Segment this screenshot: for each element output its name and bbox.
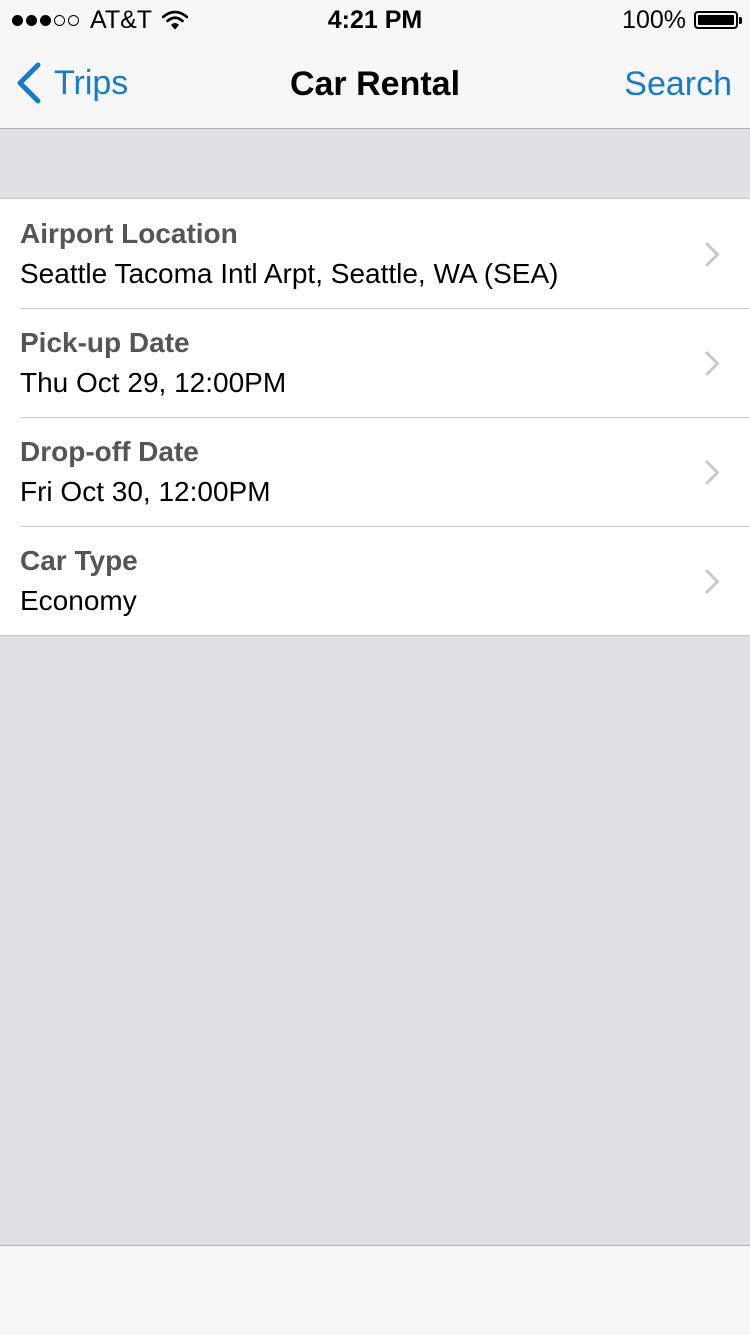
row-label: Car Type: [20, 545, 138, 576]
battery-icon: [694, 11, 742, 29]
row-label: Airport Location: [20, 218, 238, 249]
row-label: Drop-off Date: [20, 436, 199, 467]
list-item-drop-off-date[interactable]: Drop-off Date Fri Oct 30, 12:00PM: [0, 417, 750, 526]
search-button[interactable]: Search: [624, 64, 732, 104]
chevron-right-icon: [705, 242, 719, 267]
list-item-airport-location[interactable]: Airport Location Seattle Tacoma Intl Arp…: [0, 199, 750, 308]
row-value: Fri Oct 30, 12:00PM: [20, 476, 271, 507]
row-label: Pick-up Date: [20, 327, 190, 358]
list-item-pick-up-date[interactable]: Pick-up Date Thu Oct 29, 12:00PM: [0, 308, 750, 417]
battery-tip: [739, 17, 742, 24]
chevron-left-icon: [17, 62, 41, 104]
rental-options-list: Airport Location Seattle Tacoma Intl Arp…: [0, 198, 750, 636]
navigation-bar: Trips Car Rental Search: [0, 40, 750, 129]
chevron-right-icon: [705, 351, 719, 376]
row-value: Seattle Tacoma Intl Arpt, Seattle, WA (S…: [20, 258, 559, 289]
chevron-right-icon: [705, 569, 719, 594]
back-button[interactable]: Trips: [14, 58, 128, 108]
status-bar: AT&T 4:21 PM 100%: [0, 0, 750, 40]
battery-fill: [698, 15, 734, 25]
status-right: 100%: [622, 5, 742, 34]
row-value: Thu Oct 29, 12:00PM: [20, 367, 287, 398]
list-item-car-type[interactable]: Car Type Economy: [0, 526, 750, 635]
row-value: Economy: [20, 585, 137, 616]
back-button-label: Trips: [54, 63, 129, 102]
chevron-right-icon: [705, 460, 719, 485]
battery-percent: 100%: [622, 5, 686, 34]
bottom-toolbar: [0, 1245, 750, 1335]
